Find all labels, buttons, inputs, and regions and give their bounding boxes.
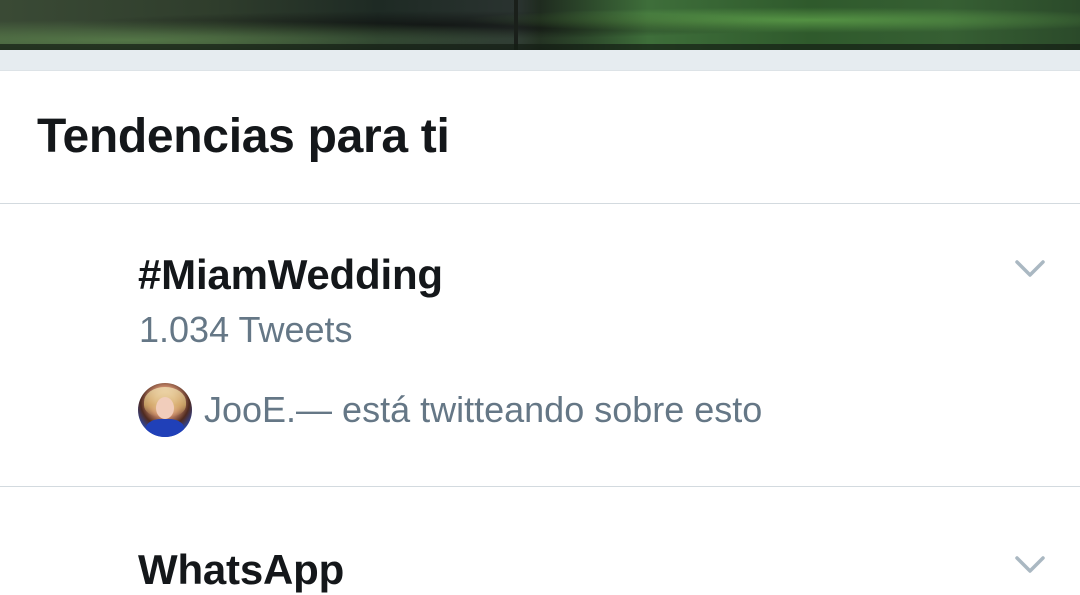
avatar[interactable]: [138, 383, 192, 437]
trend-item[interactable]: WhatsApp: [0, 487, 1080, 593]
trend-item[interactable]: #MiamWedding 1.034 Tweets JooE.— está tw…: [0, 204, 1080, 486]
trend-tweet-count: 1.034 Tweets: [139, 309, 353, 350]
trend-name[interactable]: #MiamWedding: [138, 250, 443, 300]
banner-shade: [0, 0, 1080, 50]
avatar-body: [146, 419, 184, 437]
avatar-face: [156, 397, 174, 419]
banner-divider: [514, 0, 518, 50]
chevron-down-icon[interactable]: [1014, 259, 1046, 279]
trend-context-row[interactable]: JooE.— está twitteando sobre esto: [138, 383, 762, 437]
section-separator-band: [0, 50, 1080, 71]
trend-context-text: JooE.— está twitteando sobre esto: [204, 389, 763, 430]
chevron-down-icon[interactable]: [1014, 555, 1046, 575]
section-title: Tendencias para ti: [37, 110, 450, 163]
header-banner-image: [0, 0, 1080, 50]
trend-name[interactable]: WhatsApp: [138, 545, 344, 595]
